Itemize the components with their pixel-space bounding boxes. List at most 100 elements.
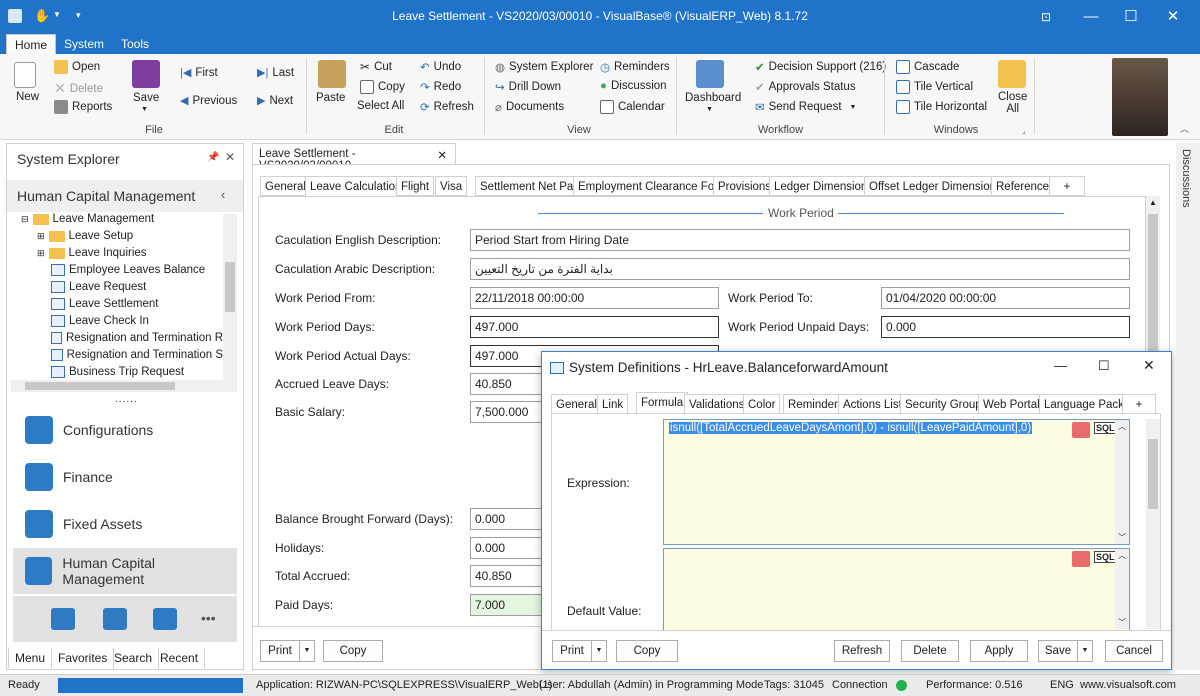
splitter-dots[interactable]: ......: [115, 394, 138, 405]
scroll-up-icon[interactable]: ︿: [1118, 421, 1126, 432]
tab-settlement-net-pay[interactable]: Settlement Net Pay: [475, 176, 585, 196]
pin-icon[interactable]: 📌: [207, 152, 219, 163]
more-icon[interactable]: •••: [201, 610, 216, 626]
expression-editor[interactable]: isnull([TotalAccruedLeaveDaysAmont],0) -…: [663, 419, 1130, 545]
tab-home[interactable]: Home: [6, 34, 57, 54]
tree-node-resignation-settlement[interactable]: Resignation and Termination S: [51, 349, 223, 361]
tab-leave-calculation[interactable]: Leave Calculation: [305, 176, 407, 198]
first-button[interactable]: |◀ First: [180, 66, 218, 80]
cut-button[interactable]: ✂ Cut: [360, 60, 392, 74]
forklift-icon[interactable]: [51, 608, 75, 630]
panel-close-icon[interactable]: ✕: [225, 150, 235, 164]
scroll-down-icon[interactable]: ﹀: [1118, 617, 1126, 628]
dialog-tab-language-packs[interactable]: Language Packs: [1039, 394, 1135, 414]
work-period-to-field[interactable]: 01/04/2020 00:00:00: [881, 287, 1130, 309]
document-tab-close-icon[interactable]: ✕: [437, 148, 447, 162]
dialog-tab-formula[interactable]: Formula: [636, 392, 689, 414]
copy-button[interactable]: Copy: [360, 80, 405, 94]
tree-node-leave-setup[interactable]: ⊞ Leave Setup: [37, 230, 133, 242]
tab-provisions[interactable]: Provisions: [713, 176, 777, 196]
scrollbar-thumb[interactable]: [1148, 439, 1158, 509]
send-request-button[interactable]: ✉ Send Request ▼: [755, 100, 856, 114]
tree-node-business-trip-request[interactable]: Business Trip Request: [51, 366, 184, 378]
tab-visa[interactable]: Visa: [435, 176, 468, 196]
tree-horizontal-scrollbar[interactable]: [11, 380, 237, 392]
approvals-status-button[interactable]: ✔ Approvals Status: [755, 80, 856, 94]
default-value-scrollbar[interactable]: ︿ ﹀: [1115, 549, 1129, 629]
tab-reference[interactable]: Reference: [991, 176, 1055, 196]
tree-node-resignation-request[interactable]: Resignation and Termination R: [51, 332, 223, 344]
paste-icon[interactable]: [318, 60, 346, 88]
status-url[interactable]: www.visualsoft.com: [1080, 679, 1176, 691]
tile-horizontal-button[interactable]: Tile Horizontal: [896, 100, 987, 114]
dialog-tab-color[interactable]: Color: [743, 394, 781, 414]
discussion-button[interactable]: ● Discussion: [600, 80, 667, 92]
sql-icon[interactable]: SQL: [1094, 422, 1117, 434]
dialog-minimize-icon[interactable]: —: [1054, 358, 1067, 373]
tab-tools[interactable]: Tools: [113, 34, 157, 54]
new-icon[interactable]: [14, 62, 36, 88]
calendar-button[interactable]: Calendar: [600, 100, 665, 114]
dashboard-dropdown-icon[interactable]: ▼: [706, 106, 713, 113]
redo-button[interactable]: ↷ Redo: [420, 80, 461, 94]
eraser-icon[interactable]: [1072, 551, 1090, 567]
tree-node-leave-settlement[interactable]: Leave Settlement: [51, 298, 159, 310]
dialog-tab-security-group[interactable]: Security Group: [900, 394, 987, 414]
select-all-button[interactable]: Select All: [357, 100, 404, 112]
new-button[interactable]: New: [16, 91, 39, 103]
reminders-button[interactable]: ◷ Reminders: [600, 60, 670, 74]
dialog-apply-button[interactable]: Apply: [970, 640, 1028, 662]
tab-system[interactable]: System: [56, 34, 112, 54]
delete-button[interactable]: ✕ Delete: [54, 80, 103, 97]
dialog-tab-link[interactable]: Link: [597, 394, 629, 414]
scroll-up-icon[interactable]: ▲: [1149, 198, 1157, 207]
expression-scrollbar[interactable]: ︿ ﹀: [1115, 420, 1129, 544]
dialog-cancel-button[interactable]: Cancel: [1105, 640, 1163, 662]
discussions-side-panel[interactable]: Discussions: [1176, 143, 1200, 670]
collapse-node-icon[interactable]: ⊟: [21, 214, 29, 225]
document-tab[interactable]: Leave Settlement - VS2020/03/00010✕: [252, 143, 456, 172]
save-button[interactable]: Save: [133, 92, 159, 104]
maximize-icon[interactable]: ☐: [1118, 4, 1144, 30]
user-avatar[interactable]: [1112, 58, 1168, 136]
tab-ledger-dimensions[interactable]: Ledger Dimensions: [769, 176, 879, 196]
tree-node-leave-request[interactable]: Leave Request: [51, 281, 146, 293]
cascade-button[interactable]: Cascade: [896, 60, 959, 74]
sql-icon[interactable]: SQL: [1094, 551, 1117, 563]
save-dropdown-icon[interactable]: ▼: [141, 106, 148, 113]
tab-general[interactable]: General: [260, 176, 311, 196]
close-icon[interactable]: ✕: [1160, 4, 1186, 30]
decision-support-button[interactable]: ✔ Decision Support (216): [755, 60, 886, 74]
dialog-save-button[interactable]: Save: [1038, 640, 1078, 662]
nav-human-capital-management[interactable]: Human Capital Management: [13, 548, 237, 594]
work-period-from-field[interactable]: 22/11/2018 00:00:00: [470, 287, 719, 309]
reports-button[interactable]: Reports: [54, 100, 112, 114]
dialog-tab-actions-list[interactable]: Actions List: [838, 394, 907, 414]
undo-button[interactable]: ↶ Undo: [420, 60, 461, 74]
dialog-tab-general[interactable]: General: [551, 394, 602, 414]
english-description-field[interactable]: Period Start from Hiring Date: [470, 229, 1130, 251]
nav-configurations[interactable]: Configurations: [13, 407, 237, 453]
cart-icon[interactable]: [153, 608, 177, 630]
paste-button[interactable]: Paste: [316, 92, 345, 104]
tree-node-leave-inquiries[interactable]: ⊞ Leave Inquiries: [37, 247, 147, 259]
close-all-icon[interactable]: [998, 60, 1026, 88]
dashboard-button[interactable]: Dashboard: [685, 92, 741, 104]
previous-button[interactable]: ◀ Previous: [180, 94, 237, 108]
dialog-save-dropdown-button[interactable]: ▼: [1077, 640, 1093, 662]
nav-finance[interactable]: Finance: [13, 454, 237, 500]
default-value-editor[interactable]: SQL ︿ ﹀: [663, 548, 1130, 630]
dialog-close-icon[interactable]: ✕: [1143, 357, 1155, 374]
scrollbar-thumb[interactable]: [225, 262, 235, 312]
dialog-tab-web-portal[interactable]: Web Portal: [978, 394, 1045, 414]
tree-node-leave-check-in[interactable]: Leave Check In: [51, 315, 149, 327]
next-button[interactable]: ▶ Next: [257, 94, 293, 108]
form-scrollbar-behind[interactable]: [1146, 419, 1160, 629]
tab-employment-clearance-form[interactable]: Employment Clearance Form: [573, 176, 733, 196]
tab-add[interactable]: +: [1049, 176, 1085, 196]
dialog-tab-reminder[interactable]: Reminder: [783, 394, 843, 414]
system-explorer-button[interactable]: ◍ System Explorer: [495, 60, 593, 74]
tab-search[interactable]: Search: [108, 648, 160, 668]
documents-button[interactable]: ⌀ Documents: [495, 100, 564, 114]
work-period-days-field[interactable]: 497.000: [470, 316, 719, 338]
